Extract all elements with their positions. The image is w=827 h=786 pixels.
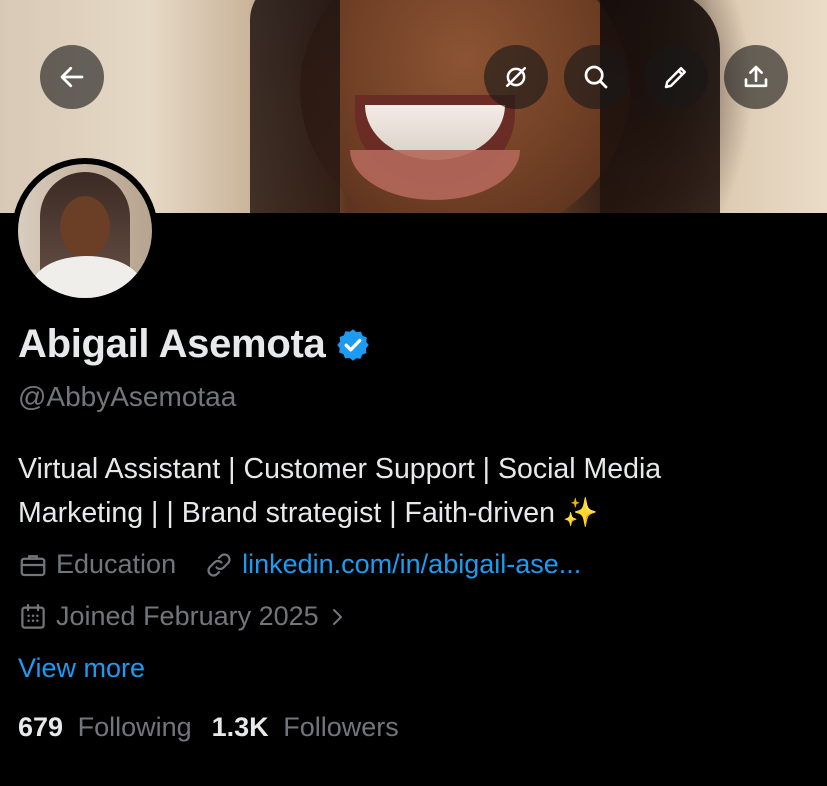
- bio-line: Marketing | | Brand strategist | Faith-d…: [18, 497, 599, 529]
- followers-label: Followers: [283, 712, 399, 742]
- profile-website-link[interactable]: linkedin.com/in/abigail-ase...: [242, 549, 581, 580]
- joined-row[interactable]: Joined February 2025: [18, 601, 357, 632]
- profile-page: Abigail Asemota @AbbyAsemotaa Virtual As…: [0, 0, 827, 786]
- follow-stats: 679 Following 1.3K Followers: [18, 712, 399, 743]
- following-stat[interactable]: 679 Following: [18, 712, 192, 743]
- briefcase-icon: [20, 554, 46, 576]
- bio-line: Virtual Assistant | Customer Support | S…: [18, 453, 662, 485]
- name-row: Abigail Asemota: [18, 322, 371, 367]
- grok-icon: [506, 67, 526, 87]
- avatar[interactable]: [12, 158, 158, 304]
- view-more-link[interactable]: View more: [18, 653, 145, 684]
- link-icon: [207, 552, 231, 577]
- avatar-image: [18, 164, 152, 298]
- following-count: 679: [18, 712, 64, 742]
- profile-bio: Virtual Assistant | Customer Support | S…: [18, 447, 808, 535]
- joined-date: Joined February 2025: [56, 601, 319, 631]
- verified-badge-icon[interactable]: [335, 327, 371, 363]
- share-button[interactable]: [724, 45, 788, 109]
- banner-photo-hair: [250, 0, 340, 213]
- back-button[interactable]: [40, 45, 104, 109]
- grok-button[interactable]: [484, 45, 548, 109]
- chevron-right-icon: [332, 608, 342, 625]
- followers-count: 1.3K: [211, 712, 269, 742]
- calendar-icon: [21, 603, 45, 629]
- profile-category: Education: [56, 549, 177, 579]
- edit-button[interactable]: [644, 45, 708, 109]
- banner-photo-hair: [600, 0, 720, 213]
- search-icon: [584, 65, 608, 89]
- profile-handle: @AbbyAsemotaa: [18, 381, 237, 412]
- avatar-face: [60, 196, 110, 258]
- followers-stat[interactable]: 1.3K Followers: [212, 712, 399, 743]
- following-label: Following: [77, 712, 192, 742]
- share-icon: [744, 65, 768, 88]
- pencil-icon: [664, 67, 686, 89]
- search-button[interactable]: [564, 45, 628, 109]
- arrow-left-icon: [60, 66, 84, 88]
- profile-meta-row: Education linkedin.com/in/abigail-ase...: [18, 549, 581, 580]
- display-name: Abigail Asemota: [18, 322, 326, 366]
